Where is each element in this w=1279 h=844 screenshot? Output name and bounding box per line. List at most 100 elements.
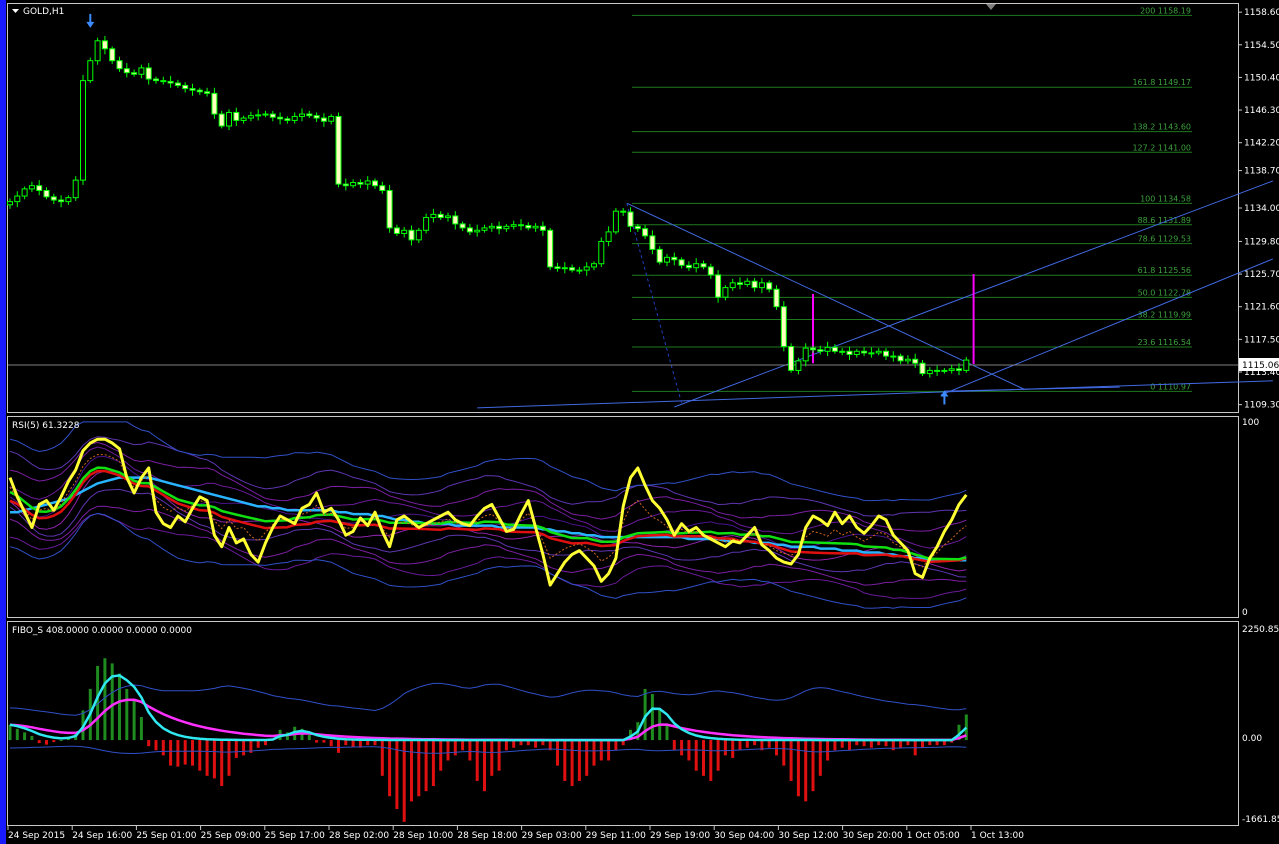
price-tick-label: 1150.40	[1244, 73, 1279, 83]
fibo-histogram-bar	[716, 740, 720, 771]
rsi-axis-min: 0	[1242, 608, 1248, 618]
fib-level-label: 127.2 1141.00	[1132, 143, 1191, 152]
fibo-histogram-bar	[818, 740, 822, 776]
fib-level-label: 200 1158.19	[1140, 6, 1191, 15]
candle	[612, 208, 619, 235]
trading-chart[interactable]: 200 1158.19 161.8 1149.17 138.2 1143.60 127…	[0, 0, 1279, 844]
candle	[72, 176, 79, 201]
fibo-histogram-bar	[796, 740, 800, 797]
candle	[598, 237, 605, 267]
time-tick-label: 29 Sep 19:00	[650, 831, 710, 841]
fibo-histogram-bar	[191, 740, 194, 766]
fibo-histogram-bar	[680, 740, 684, 756]
time-tick-label: 28 Sep 18:00	[457, 831, 517, 841]
fibo-histogram-bar	[45, 740, 48, 745]
fibo-histogram-bar	[183, 740, 187, 765]
time-tick-label: 25 Sep 17:00	[265, 831, 325, 841]
fibo-histogram-bar	[424, 740, 428, 792]
fibo-histogram-bar	[147, 740, 151, 747]
price-tick-label: 1134.00	[1244, 204, 1279, 214]
fibo-histogram-bar	[125, 688, 129, 741]
time-tick-label: 24 Sep 2015	[8, 831, 65, 841]
time-tick-label: 1 Oct 13:00	[971, 831, 1024, 841]
time-tick-label: 28 Sep 10:00	[393, 831, 453, 841]
fib-level-label: 61.8 1125.56	[1138, 266, 1191, 275]
fibo-histogram-bar	[417, 740, 421, 797]
fibo-histogram-bar	[826, 740, 830, 761]
fibo-histogram-bar	[205, 740, 209, 776]
price-tick-label: 1138.70	[1244, 167, 1279, 177]
time-tick-label: 29 Sep 11:00	[586, 831, 646, 841]
fib-level-label: 138.2 1143.60	[1132, 123, 1191, 132]
fibo-histogram-bar	[694, 740, 698, 771]
price-tick-label: 1158.60	[1244, 8, 1279, 18]
fibo-histogram-bar	[307, 734, 311, 741]
fibo-histogram-bar	[227, 740, 231, 776]
price-tick-label: 1142.20	[1244, 139, 1279, 149]
fibo-histogram-bar	[490, 740, 494, 776]
window-left-border	[0, 0, 6, 844]
fibo-histogram-bar	[169, 740, 173, 766]
fibo-histogram-bar	[563, 740, 567, 781]
fibo-histogram-bar	[322, 740, 326, 743]
fib-level-label: 78.6 1129.53	[1138, 235, 1191, 244]
fibo-histogram-bar	[475, 740, 479, 781]
fibo-histogram-bar	[220, 740, 224, 787]
fibo-histogram-bar	[804, 740, 808, 802]
fibo-histogram-bar	[337, 740, 340, 753]
candle	[335, 112, 342, 188]
fibo-histogram-bar	[614, 740, 618, 751]
time-tick-label: 1 Oct 05:00	[907, 831, 960, 841]
time-tick-label: 28 Sep 02:00	[329, 831, 389, 841]
fibo-histogram-bar	[446, 740, 450, 761]
fibo-histogram-bar	[497, 740, 501, 771]
fibo-histogram-bar	[439, 740, 443, 771]
fibo-histogram-bar	[139, 717, 143, 741]
fibo-histogram-bar	[118, 673, 121, 741]
fibo-histogram-bar	[672, 740, 676, 751]
candle	[656, 246, 663, 265]
fibo-histogram-bar	[431, 740, 435, 787]
candle	[80, 75, 86, 185]
fib-level-label: 88.6 1131.89	[1138, 216, 1191, 225]
fib-level-label: 23.6 1116.54	[1138, 338, 1191, 347]
fibo-histogram-bar	[665, 724, 669, 741]
time-tick-label: 25 Sep 09:00	[201, 831, 261, 841]
fibo-histogram-bar	[37, 740, 41, 744]
fibo-axis-zero: 0.00	[1242, 734, 1262, 744]
fibo-histogram-bar	[315, 740, 319, 743]
fibo-histogram-bar	[15, 728, 19, 741]
fibo-histogram-bar	[848, 740, 851, 751]
fib-level-label: 100 1134.58	[1140, 194, 1191, 203]
fibo-histogram-bar	[833, 740, 837, 751]
fibo-histogram-bar	[650, 694, 654, 741]
fibo-histogram-bar	[592, 740, 596, 766]
fibo-histogram-bar	[329, 740, 333, 747]
fibo-histogram-bar	[59, 740, 63, 742]
candle	[780, 301, 787, 352]
fibo-histogram-bar	[789, 740, 793, 781]
fibo-histogram-bar	[351, 740, 355, 747]
fibo-axis-max: 2250.85	[1242, 625, 1279, 635]
price-tick-label: 1125.70	[1244, 270, 1279, 280]
fibo-histogram-bar	[154, 740, 158, 751]
fibo-histogram-bar	[585, 740, 589, 776]
price-tick-label: 1117.50	[1244, 335, 1279, 345]
fibo-histogram-bar	[570, 740, 574, 787]
candle	[788, 343, 795, 373]
time-tick-label: 24 Sep 16:00	[72, 831, 132, 841]
time-tick-label: 25 Sep 01:00	[136, 831, 196, 841]
fibo-axis-min: -1661.85	[1242, 815, 1279, 825]
fibo-histogram-bar	[556, 740, 559, 766]
current-price-label: 1115.06	[1242, 361, 1279, 371]
price-tick-label: 1146.30	[1244, 106, 1279, 116]
price-tick-label: 1109.30	[1244, 401, 1279, 411]
fibo-histogram-bar	[161, 740, 165, 756]
fibo-histogram-bar	[709, 740, 713, 781]
fibo-histogram-bar	[891, 740, 895, 751]
fibo-histogram-bar	[110, 663, 114, 741]
fibo-histogram-bar	[504, 740, 508, 751]
price-tick-label: 1121.60	[1244, 303, 1279, 313]
fibo-histogram-bar	[461, 740, 465, 751]
fibo-histogram-bar	[30, 735, 34, 741]
